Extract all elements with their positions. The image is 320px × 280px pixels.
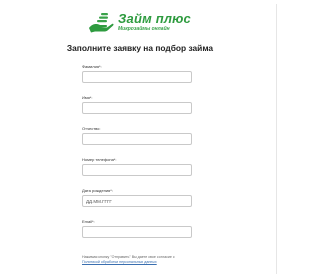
email-field: Email*:: [82, 219, 192, 238]
privacy-policy-link[interactable]: Политикой обработки персональных данных: [82, 260, 157, 264]
birth-date-input[interactable]: [82, 195, 192, 207]
email-label: Email*:: [82, 219, 95, 224]
form-heading: Заполните заявку на подбор займа: [66, 43, 214, 53]
phone-input[interactable]: [82, 164, 192, 176]
phone-label: Номер телефона*:: [82, 157, 117, 162]
hand-with-coins-icon: [89, 13, 114, 33]
surname-field: Фамилия*:: [82, 64, 192, 83]
phone-field: Номер телефона*:: [82, 157, 192, 176]
birth-date-field: Дата рождения*:: [82, 188, 192, 207]
email-input[interactable]: [82, 226, 192, 238]
patronymic-field: Отчество:: [82, 126, 192, 145]
page: Займ плюс Микрозаймы онлайн Заполните за…: [0, 0, 280, 280]
consent-notice: Нажимая кнопку "Отправить" Вы даете свое…: [82, 255, 202, 265]
surname-label: Фамилия*:: [82, 64, 102, 69]
surname-input[interactable]: [82, 71, 192, 83]
first-name-field: Имя*:: [82, 95, 192, 114]
patronymic-label: Отчество:: [82, 126, 101, 131]
brand-text: Займ плюс Микрозаймы онлайн: [118, 12, 191, 32]
patronymic-input[interactable]: [82, 133, 192, 145]
brand-logo[interactable]: Займ плюс Микрозаймы онлайн: [88, 8, 191, 36]
brand-subtitle: Микрозаймы онлайн: [118, 26, 170, 32]
brand-title: Займ плюс: [118, 11, 191, 26]
birth-date-label: Дата рождения*:: [82, 188, 113, 193]
first-name-label: Имя*:: [82, 95, 93, 100]
consent-text: Нажимая кнопку "Отправить" Вы даете свое…: [82, 255, 175, 259]
first-name-input[interactable]: [82, 102, 192, 114]
